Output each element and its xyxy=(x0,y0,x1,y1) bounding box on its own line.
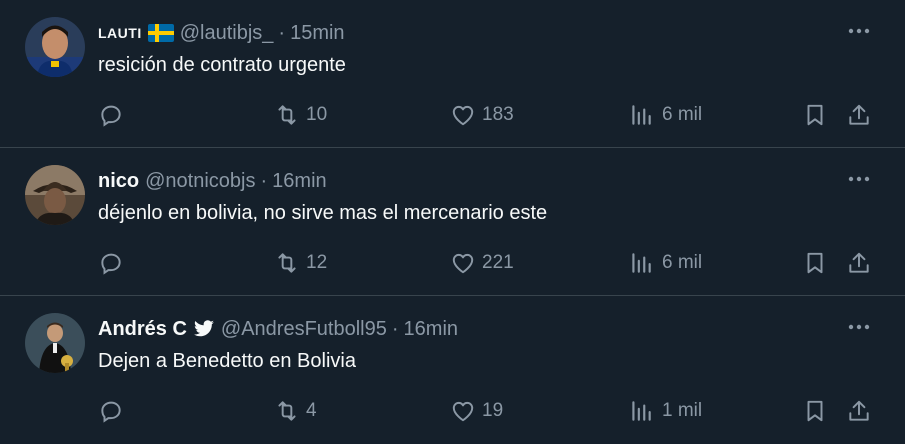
retweet-icon xyxy=(278,105,296,125)
reply-button[interactable] xyxy=(98,247,130,279)
views-chart-icon xyxy=(632,105,651,125)
separator-dot: · xyxy=(260,169,268,192)
tweet-header: nico @notnicobjs · 16min xyxy=(98,168,327,194)
separator-dot: · xyxy=(278,21,286,44)
retweet-icon xyxy=(278,253,296,273)
views-chart-icon xyxy=(632,401,651,421)
view-count: 1 mil xyxy=(662,400,703,421)
avatar[interactable] xyxy=(25,165,85,225)
display-name[interactable]: Andrés C xyxy=(98,318,187,341)
timestamp[interactable]: 16min xyxy=(272,170,326,193)
retweet-button[interactable]: 4 xyxy=(274,395,317,427)
bookmark-icon xyxy=(807,104,823,126)
tweet[interactable]: LAUTI @lautibjs_ · 15min resición de con… xyxy=(0,0,905,148)
view-count: 6 mil xyxy=(662,252,703,273)
like-count: 183 xyxy=(482,104,514,125)
sweden-flag-icon xyxy=(147,24,174,42)
timestamp[interactable]: 15min xyxy=(290,22,344,45)
bookmark-icon xyxy=(807,252,823,274)
like-button[interactable]: 19 xyxy=(450,395,503,427)
more-options-icon[interactable] xyxy=(847,320,871,332)
retweet-count: 4 xyxy=(306,400,317,421)
username[interactable]: @lautibjs_ xyxy=(180,22,274,45)
share-icon xyxy=(849,104,869,125)
share-icon xyxy=(849,400,869,421)
tweet-text: Dejen a Benedetto en Bolivia xyxy=(98,350,356,372)
share-button[interactable] xyxy=(846,395,872,427)
views-button[interactable]: 1 mil xyxy=(628,395,702,427)
more-options-icon[interactable] xyxy=(847,172,871,184)
views-button[interactable]: 6 mil xyxy=(628,99,702,131)
display-name[interactable]: nico xyxy=(98,170,139,193)
reply-icon xyxy=(101,253,121,275)
tweet[interactable]: Andrés C @AndresFutboll95 · 16min Dejen … xyxy=(0,296,905,444)
display-name[interactable]: LAUTI xyxy=(98,25,142,41)
heart-icon xyxy=(452,401,474,422)
like-count: 221 xyxy=(482,252,514,273)
tweet-text: déjenlo en bolivia, no sirve mas el merc… xyxy=(98,202,548,224)
bookmark-button[interactable] xyxy=(802,247,828,279)
like-button[interactable]: 183 xyxy=(450,99,514,131)
retweet-icon xyxy=(278,401,296,421)
reply-button[interactable] xyxy=(98,395,130,427)
more-options-icon[interactable] xyxy=(847,24,871,36)
action-bar: 4 19 1 mil xyxy=(98,395,878,427)
views-button[interactable]: 6 mil xyxy=(628,247,702,279)
username[interactable]: @notnicobjs xyxy=(145,170,255,193)
twitter-bird-icon xyxy=(193,320,215,338)
like-count: 19 xyxy=(482,400,504,421)
view-count: 6 mil xyxy=(662,104,703,125)
retweet-button[interactable]: 12 xyxy=(274,247,327,279)
separator-dot: · xyxy=(391,317,399,340)
bookmark-button[interactable] xyxy=(802,99,828,131)
bookmark-icon xyxy=(807,400,823,422)
share-button[interactable] xyxy=(846,99,872,131)
views-chart-icon xyxy=(632,253,651,273)
tweet[interactable]: nico @notnicobjs · 16min déjenlo en boli… xyxy=(0,148,905,296)
share-icon xyxy=(849,252,869,273)
timestamp[interactable]: 16min xyxy=(404,318,458,341)
bookmark-button[interactable] xyxy=(802,395,828,427)
avatar[interactable] xyxy=(25,313,85,373)
heart-icon xyxy=(452,253,474,274)
heart-icon xyxy=(452,105,474,126)
retweet-count: 10 xyxy=(306,104,328,125)
like-button[interactable]: 221 xyxy=(450,247,514,279)
retweet-count: 12 xyxy=(306,252,328,273)
avatar[interactable] xyxy=(25,17,85,77)
action-bar: 12 221 6 mil xyxy=(98,247,878,279)
reply-icon xyxy=(101,105,121,127)
retweet-button[interactable]: 10 xyxy=(274,99,327,131)
reply-icon xyxy=(101,401,121,423)
tweet-header: Andrés C @AndresFutboll95 · 16min xyxy=(98,316,458,342)
tweet-header: LAUTI @lautibjs_ · 15min xyxy=(98,20,345,46)
share-button[interactable] xyxy=(846,247,872,279)
action-bar: 10 183 6 mil xyxy=(98,99,878,131)
reply-button[interactable] xyxy=(98,99,130,131)
tweet-text: resición de contrato urgente xyxy=(98,54,346,76)
username[interactable]: @AndresFutboll95 xyxy=(221,318,387,341)
